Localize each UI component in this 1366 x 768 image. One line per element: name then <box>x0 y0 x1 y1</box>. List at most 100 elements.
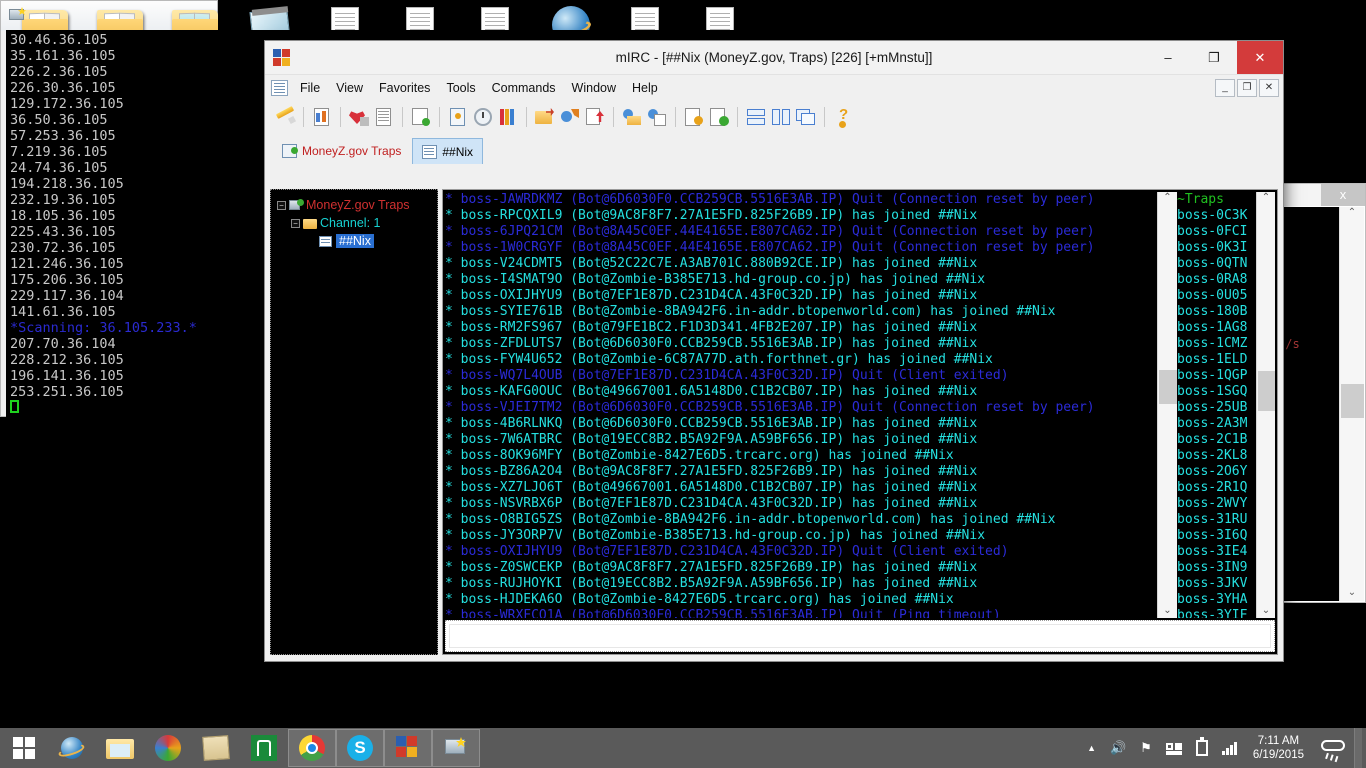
taskbar-mirc[interactable] <box>384 729 432 767</box>
taskbar-windows-store[interactable] <box>240 728 288 768</box>
scroll-down-icon[interactable]: ⌄ <box>1163 605 1171 616</box>
mirc-menubar[interactable]: File View Favorites Tools Commands Windo… <box>265 74 1283 100</box>
nicklist-item[interactable]: boss-2O6Y <box>1177 464 1255 480</box>
background-window-titlebar[interactable]: x <box>1277 184 1365 206</box>
menu-view[interactable]: View <box>328 78 371 98</box>
scrollbar-thumb[interactable] <box>1158 370 1177 404</box>
tree-expander[interactable]: − <box>291 218 300 228</box>
tile-vertical-icon[interactable] <box>769 105 793 129</box>
mirc-titlebar[interactable]: mIRC - [##Nix (MoneyZ.gov, Traps) [226] … <box>265 41 1283 74</box>
nicklist-item[interactable]: boss-2C1B <box>1177 432 1255 448</box>
nicklist-item[interactable]: boss-1CMZ <box>1177 336 1255 352</box>
mdi-minimize-button[interactable]: _ <box>1215 78 1235 97</box>
chat-log[interactable]: * boss-JAWRDKMZ (Bot@6D6030F0.CCB259CB.5… <box>445 192 1153 618</box>
dcc-chat-icon[interactable] <box>558 105 582 129</box>
nicklist-item[interactable]: boss-0K3I <box>1177 240 1255 256</box>
action-center-icon[interactable]: ⚑ <box>1133 740 1159 756</box>
scan-window[interactable]: 30.46.36.105 35.161.36.105 226.2.36.105 226… <box>0 0 1362 762</box>
notify-books-icon[interactable] <box>496 105 520 129</box>
nicklist-item[interactable]: boss-3IN9 <box>1177 560 1255 576</box>
taskbar-internet-explorer[interactable] <box>48 728 96 768</box>
scroll-up-icon[interactable]: ⌃ <box>1348 207 1356 218</box>
taskbar-remote-tool[interactable] <box>432 729 480 767</box>
nicklist-item[interactable]: boss-2A3M <box>1177 416 1255 432</box>
channel-folder-icon[interactable] <box>533 105 557 129</box>
help-icon[interactable]: ? <box>831 105 855 129</box>
notify-list-icon[interactable] <box>682 105 706 129</box>
background-window-scrollbar[interactable]: ⌃ ⌄ <box>1339 207 1364 601</box>
mdi-close-button[interactable]: ✕ <box>1259 78 1279 97</box>
nicklist-item[interactable]: boss-0QTN <box>1177 256 1255 272</box>
scroll-up-icon[interactable]: ⌃ <box>1163 192 1171 203</box>
taskbar-file-explorer[interactable] <box>96 728 144 768</box>
favorites-icon[interactable] <box>347 105 371 129</box>
history-icon[interactable] <box>471 105 495 129</box>
channels-list-icon[interactable] <box>372 105 396 129</box>
nicklist-item[interactable]: boss-2R1Q <box>1177 480 1255 496</box>
taskbar[interactable]: S ▲ 🔊 ⚑ 7:11 AM 6/19/2015 <box>0 728 1366 768</box>
tree-expander[interactable]: − <box>277 200 286 210</box>
scrollbar-thumb[interactable] <box>1340 383 1364 418</box>
mirc-toolbar[interactable]: ? <box>265 100 1283 134</box>
whois-icon[interactable] <box>645 105 669 129</box>
show-hidden-icons-button[interactable]: ▲ <box>1080 743 1103 753</box>
start-button[interactable] <box>0 728 48 768</box>
menu-file[interactable]: File <box>292 78 328 98</box>
nicklist-item[interactable]: boss-0U05 <box>1177 288 1255 304</box>
show-desktop-button[interactable] <box>1354 728 1362 768</box>
url-list-icon[interactable] <box>707 105 731 129</box>
system-tray[interactable]: ▲ 🔊 ⚑ 7:11 AM 6/19/2015 <box>1080 728 1366 768</box>
mdi-restore-button[interactable]: ❐ <box>1237 78 1257 97</box>
clock[interactable]: 7:11 AM 6/19/2015 <box>1245 734 1312 762</box>
battery-icon[interactable] <box>1189 737 1215 756</box>
nicklist-item[interactable]: boss-1QGP <box>1177 368 1255 384</box>
signal-icon[interactable] <box>1215 741 1245 755</box>
nicklist-item[interactable]: boss-31RU <box>1177 512 1255 528</box>
menu-favorites[interactable]: Favorites <box>371 78 438 98</box>
nicklist-item[interactable]: boss-2WVY <box>1177 496 1255 512</box>
tile-horizontal-icon[interactable] <box>744 105 768 129</box>
servers-icon[interactable] <box>409 105 433 129</box>
mirc-window[interactable]: mIRC - [##Nix (MoneyZ.gov, Traps) [226] … <box>264 40 1284 662</box>
tree-node-channel[interactable]: ##Nix <box>275 232 433 250</box>
cascade-icon[interactable] <box>794 105 818 129</box>
message-input[interactable] <box>445 620 1275 652</box>
nicklist-item[interactable]: boss-3JKV <box>1177 576 1255 592</box>
nicklist-item[interactable]: boss-180B <box>1177 304 1255 320</box>
taskbar-opera[interactable] <box>144 728 192 768</box>
nicklist-scrollbar[interactable]: ⌃ ⌄ <box>1256 192 1275 618</box>
taskbar-skype[interactable]: S <box>336 729 384 767</box>
menu-commands[interactable]: Commands <box>484 78 564 98</box>
nicklist-item[interactable]: boss-1ELD <box>1177 352 1255 368</box>
nicklist-item[interactable]: boss-3YIF <box>1177 608 1255 618</box>
menu-tools[interactable]: Tools <box>438 78 483 98</box>
background-window[interactable]: x s/s ⌃ ⌄ <box>1276 183 1366 603</box>
taskbar-notes[interactable] <box>192 728 240 768</box>
nicklist-item[interactable]: boss-0C3K <box>1177 208 1255 224</box>
chat-scrollbar[interactable]: ⌃ ⌄ <box>1157 192 1177 618</box>
scroll-down-icon[interactable]: ⌄ <box>1262 605 1270 616</box>
nicklist[interactable]: ~Traps boss-0C3K boss-0FCI boss-0K3I boss-0Q… <box>1177 192 1255 618</box>
rain-cloud-icon[interactable] <box>1312 736 1354 760</box>
mirc-switchbar[interactable]: MoneyZ.gov Traps ##Nix <box>265 134 1283 164</box>
dcc-send-icon[interactable] <box>583 105 607 129</box>
scrollbar-thumb[interactable] <box>1257 371 1275 411</box>
taskbar-google-chrome[interactable] <box>288 729 336 767</box>
nicklist-item[interactable]: boss-1SGQ <box>1177 384 1255 400</box>
volume-icon[interactable]: 🔊 <box>1103 740 1133 756</box>
options-icon[interactable] <box>310 105 334 129</box>
nicklist-item[interactable]: boss-0RA8 <box>1177 272 1255 288</box>
connect-icon[interactable] <box>273 105 297 129</box>
scroll-down-icon[interactable]: ⌄ <box>1348 587 1356 598</box>
menu-help[interactable]: Help <box>624 78 666 98</box>
nicklist-item[interactable]: boss-3YHA <box>1177 592 1255 608</box>
nicklist-item[interactable]: boss-0FCI <box>1177 224 1255 240</box>
nicklist-item[interactable]: boss-1AG8 <box>1177 320 1255 336</box>
network-icon[interactable] <box>1159 741 1189 755</box>
address-book-icon[interactable] <box>446 105 470 129</box>
close-icon[interactable]: x <box>1321 184 1365 206</box>
switchbar-tab-status[interactable]: MoneyZ.gov Traps <box>273 138 410 164</box>
tree-node-folder[interactable]: − Channel: 1 <box>275 214 433 232</box>
nicklist-item[interactable]: boss-3IE4 <box>1177 544 1255 560</box>
nicklist-item[interactable]: boss-3I6Q <box>1177 528 1255 544</box>
